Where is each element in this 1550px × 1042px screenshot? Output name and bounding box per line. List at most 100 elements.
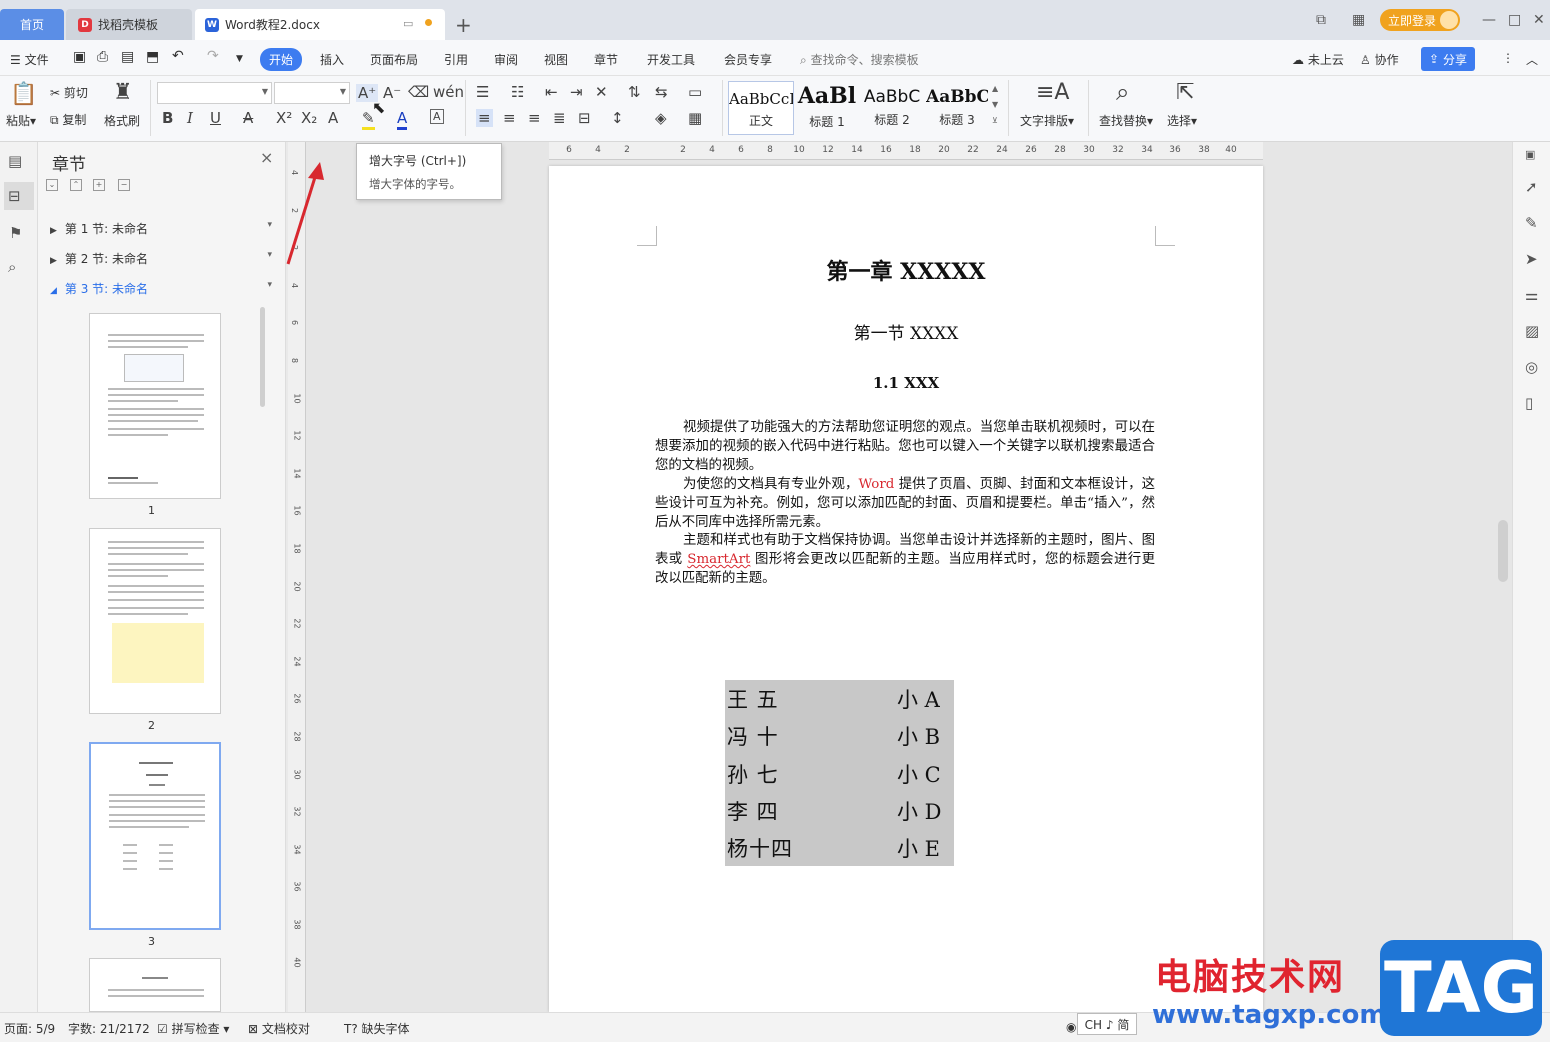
- tab-template[interactable]: D 找稻壳模板: [66, 9, 192, 40]
- find-replace-icon[interactable]: ⌕: [1116, 78, 1129, 106]
- spell-check-button[interactable]: ☑ 拼写检查 ▾: [157, 1020, 229, 1037]
- section-item-3[interactable]: ◢ 第 3 节: 未命名 ▾: [50, 280, 272, 297]
- cursor-select-icon[interactable]: ⇱: [1176, 80, 1194, 105]
- tab-document[interactable]: W Word教程2.docx ▭: [195, 9, 445, 40]
- cloud-status[interactable]: ☁ 未上云: [1292, 51, 1344, 68]
- chinese-layout-icon[interactable]: ✕: [595, 83, 608, 101]
- document-page[interactable]: 第一章 XXXXX 第一节 XXXX 1.1 XXX 视频提供了功能强大的方法帮…: [549, 166, 1263, 1012]
- outline-icon[interactable]: ▤: [8, 152, 22, 170]
- location-icon[interactable]: ◎: [1525, 358, 1538, 376]
- layout-icon[interactable]: ⧉: [1316, 12, 1326, 28]
- style-heading-2[interactable]: AaBbC 标题 2: [860, 81, 924, 135]
- chevron-down-icon[interactable]: ▾: [267, 250, 272, 260]
- redo-icon[interactable]: ↷: [207, 48, 219, 64]
- command-search[interactable]: ⌕ 查找命令、搜索模板: [800, 51, 919, 68]
- bookmark-icon[interactable]: ⚑: [9, 224, 22, 242]
- styles-scroll-down-icon[interactable]: ▼: [992, 100, 998, 109]
- pane-scrollbar[interactable]: [260, 307, 265, 407]
- font-name-dropdown[interactable]: ▼: [157, 82, 272, 104]
- grid-icon[interactable]: ▦: [1352, 12, 1365, 28]
- horizontal-ruler[interactable]: 6 4 2 2 4 6 8 10 12 14 16 18 20 22 24 26 28 30 32 34 36 38 40: [549, 142, 1263, 160]
- align-center-icon[interactable]: ≡: [503, 109, 516, 127]
- style-normal[interactable]: AaBbCcI 正文: [728, 81, 794, 135]
- collapse-ribbon-icon[interactable]: ︿: [1526, 51, 1538, 68]
- more-icon[interactable]: ⋮: [1502, 51, 1514, 65]
- close-window-icon[interactable]: ✕: [1533, 12, 1545, 28]
- image-icon[interactable]: ▨: [1525, 322, 1539, 340]
- format-painter-button[interactable]: 格式刷: [104, 112, 140, 129]
- increase-indent-icon[interactable]: ⇥: [570, 83, 583, 101]
- word-count[interactable]: 字数: 21/2172: [68, 1020, 150, 1037]
- text-layout-button[interactable]: 文字排版▾: [1020, 112, 1074, 129]
- print-icon[interactable]: ▤: [121, 49, 134, 65]
- tab-developer[interactable]: 开发工具: [647, 51, 695, 68]
- select-button[interactable]: 选择▾: [1167, 112, 1197, 129]
- chapter-heading[interactable]: 第一章 XXXXX: [549, 254, 1263, 286]
- tab-member[interactable]: 会员专享: [724, 51, 772, 68]
- section-item-2[interactable]: ▶ 第 2 节: 未命名 ▾: [50, 250, 272, 267]
- paragraph-3[interactable]: 主题和样式也有助于文档保持协调。当您单击设计并选择新的主题时，图片、图表或 Sm…: [655, 531, 1155, 588]
- missing-font-button[interactable]: T? 缺失字体: [344, 1020, 410, 1037]
- search-pane-icon[interactable]: ⌕: [8, 258, 16, 276]
- paste-icon[interactable]: 📋: [10, 82, 37, 107]
- subscript-icon[interactable]: X₂: [301, 109, 317, 127]
- page-thumbnail-3[interactable]: [89, 742, 221, 930]
- distributed-icon[interactable]: ⊟: [578, 109, 591, 127]
- line-spacing-icon[interactable]: ↕: [611, 109, 624, 127]
- book-icon[interactable]: ▯: [1525, 394, 1533, 412]
- find-replace-button[interactable]: 查找替换▾: [1099, 112, 1153, 129]
- copy-button[interactable]: ⧉ 复制: [50, 111, 86, 128]
- italic-icon[interactable]: I: [187, 109, 193, 127]
- pen-icon[interactable]: ✎: [1525, 214, 1538, 232]
- pointer-icon[interactable]: ➤: [1525, 250, 1538, 268]
- collapse-all-icon[interactable]: ⌄: [46, 179, 58, 191]
- tab-insert[interactable]: 插入: [320, 51, 344, 68]
- login-button[interactable]: 立即登录: [1380, 9, 1460, 31]
- tab-sections[interactable]: 章节: [594, 51, 618, 68]
- clear-format-icon[interactable]: ⌫: [408, 83, 429, 101]
- align-left-icon[interactable]: ≡: [476, 109, 493, 127]
- list-item[interactable]: 李 四小 D: [725, 792, 954, 829]
- undo-icon[interactable]: ↶: [172, 48, 184, 64]
- eye-protect-icon[interactable]: ◉: [1066, 1020, 1076, 1034]
- section-item-1[interactable]: ▶ 第 1 节: 未命名 ▾: [50, 220, 272, 237]
- chevron-down-icon[interactable]: ▾: [267, 280, 272, 290]
- styles-scroll-up-icon[interactable]: ▲: [992, 84, 998, 93]
- paste-button[interactable]: 粘贴▾: [6, 112, 36, 129]
- styles-more-icon[interactable]: ⊻: [992, 116, 998, 125]
- strikethrough-icon[interactable]: A: [243, 109, 253, 127]
- subsection-heading[interactable]: 1.1 XXX: [549, 374, 1263, 392]
- pane-toggle-icon[interactable]: ▣: [1525, 148, 1535, 161]
- tab-view[interactable]: 视图: [544, 51, 568, 68]
- page-thumbnail-2[interactable]: [89, 528, 221, 714]
- font-size-dropdown[interactable]: ▼: [274, 82, 350, 104]
- section-heading[interactable]: 第一节 XXXX: [549, 319, 1263, 344]
- tab-start[interactable]: 开始: [260, 48, 303, 71]
- sort-icon[interactable]: ⇅: [628, 83, 641, 101]
- doc-proofread-button[interactable]: ⊠ 文档校对: [248, 1020, 310, 1037]
- ime-indicator[interactable]: CH ♪ 简: [1077, 1013, 1137, 1035]
- document-scrollbar[interactable]: [1498, 520, 1508, 582]
- decrease-font-size-icon[interactable]: A⁻: [383, 84, 401, 102]
- justify-icon[interactable]: ≣: [553, 109, 566, 127]
- expand-all-icon[interactable]: ⌃: [70, 179, 82, 191]
- collab-button[interactable]: ♙ 协作: [1360, 51, 1399, 68]
- print-preview-icon[interactable]: ⎙: [97, 49, 108, 65]
- bold-icon[interactable]: B: [162, 109, 173, 127]
- chevron-down-icon[interactable]: ▾: [267, 220, 272, 230]
- cut-button[interactable]: ✂ 剪切: [50, 84, 88, 101]
- customize-chevron-down-icon[interactable]: ▼: [236, 54, 243, 64]
- highlighted-name-list[interactable]: 王 五 小 A 冯 十 小 B 孙 七 小 C 李 四 小 D 杨十四 小 E: [725, 680, 954, 866]
- rocket-icon[interactable]: ➚: [1525, 178, 1538, 196]
- paragraph-mark-icon[interactable]: ⇆: [655, 83, 668, 101]
- list-item[interactable]: 杨十四 小 E: [725, 829, 954, 866]
- bullet-list-icon[interactable]: ☰: [476, 83, 489, 101]
- font-color-icon[interactable]: A: [397, 109, 408, 130]
- borders-icon[interactable]: ▦: [688, 109, 702, 127]
- close-icon[interactable]: ×: [260, 148, 273, 167]
- new-tab-plus-icon[interactable]: +: [455, 13, 472, 37]
- text-layout-icon[interactable]: ≡A: [1036, 80, 1069, 105]
- numbered-list-icon[interactable]: ☷: [511, 83, 524, 101]
- ruler-toggle-icon[interactable]: ▭: [688, 83, 702, 101]
- adjust-icon[interactable]: ⚌: [1525, 286, 1538, 304]
